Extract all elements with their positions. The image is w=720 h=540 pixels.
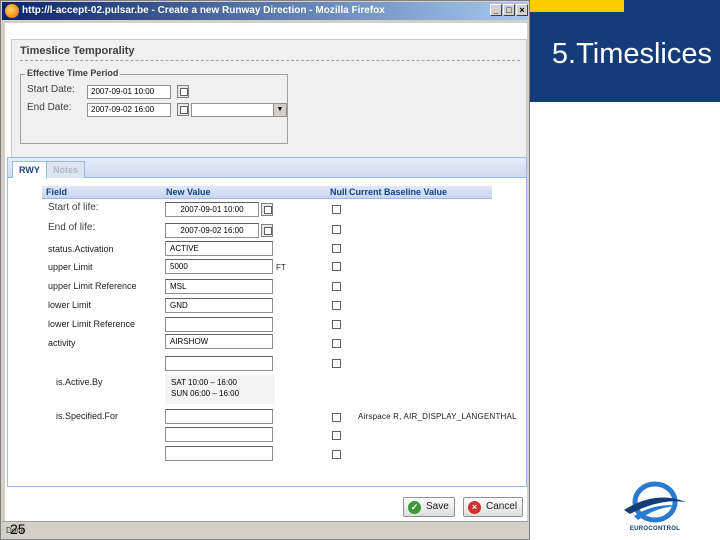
is-active-by-schedule[interactable]: SAT 10:00 – 16:00 SUN 06:00 – 16:00	[165, 374, 275, 404]
schedule-line: SAT 10:00 – 16:00	[171, 378, 237, 387]
grid-row-is-specified-for: is.Specified.For Airspace R, AIR_DISPLAY…	[42, 408, 517, 426]
row-label: End of life:	[48, 222, 96, 233]
upper-limit-input[interactable]: 5000	[165, 259, 273, 274]
header-null: Null	[330, 187, 347, 197]
cancel-button[interactable]: × Cancel	[463, 497, 523, 517]
browser-statusbar: Done	[2, 521, 528, 539]
eurocontrol-logo-icon	[624, 481, 686, 523]
grid-row-status-activation: status.Activation ACTIVE	[42, 240, 492, 258]
cancel-button-label: Cancel	[486, 501, 518, 512]
start-of-life-input[interactable]: 2007-09-01 10:00	[165, 202, 259, 217]
null-checkbox[interactable]	[332, 301, 341, 310]
save-button[interactable]: ✓ Save	[403, 497, 455, 517]
status-activation-input[interactable]: ACTIVE	[165, 241, 273, 256]
row-label: is.Active.By	[56, 377, 103, 387]
end-date-calendar-icon[interactable]	[177, 103, 189, 116]
end-date-select[interactable]: ▼	[191, 103, 287, 117]
header-current-baseline-value: Current Baseline Value	[349, 187, 448, 197]
activity-input[interactable]: AIRSHOW	[165, 334, 273, 349]
is-specified-for-input[interactable]	[165, 409, 273, 424]
empty-value-input[interactable]	[165, 427, 273, 442]
eurocontrol-logo-text: EUROCONTROL	[629, 526, 681, 532]
row-label: activity	[48, 338, 76, 348]
save-button-label: Save	[426, 501, 449, 512]
start-date-calendar-icon[interactable]	[177, 85, 189, 98]
row-label: upper Limit Reference	[48, 281, 137, 291]
grid-row-empty	[42, 445, 492, 463]
empty-value-input[interactable]	[165, 446, 273, 461]
firefox-icon	[5, 4, 19, 18]
timeslice-temporality-panel: Timeslice Temporality Effective Time Per…	[11, 39, 527, 173]
grid-header: Field New Value Null Current Baseline Va…	[42, 186, 492, 199]
lower-limit-input[interactable]: GND	[165, 298, 273, 313]
empty-value-input[interactable]	[165, 356, 273, 371]
row-label: lower Limit	[48, 300, 92, 310]
slide-title-box: 5.Timeslices	[528, 12, 720, 102]
null-checkbox[interactable]	[332, 359, 341, 368]
null-checkbox[interactable]	[332, 282, 341, 291]
upper-limit-reference-input[interactable]: MSL	[165, 279, 273, 294]
grid-row-upper-limit: upper Limit 5000 FT	[42, 258, 492, 276]
row-label: is.Specified.For	[56, 411, 119, 421]
null-checkbox[interactable]	[332, 320, 341, 329]
cancel-icon: ×	[468, 501, 481, 514]
null-checkbox[interactable]	[332, 339, 341, 348]
start-date-input[interactable]: 2007-09-01 10:00	[87, 85, 171, 99]
row-label: lower Limit Reference	[48, 319, 136, 329]
temporality-divider	[20, 60, 520, 61]
lower-limit-reference-input[interactable]	[165, 317, 273, 332]
slide-page-number: 25	[10, 521, 26, 537]
null-checkbox[interactable]	[332, 262, 341, 271]
header-new-value: New Value	[166, 187, 211, 197]
schedule-line: SUN 06:00 – 16:00	[171, 389, 240, 398]
grid-row-is-active-by: is.Active.By SAT 10:00 – 16:00 SUN 06:00…	[42, 373, 492, 409]
slide-top-bar	[528, 0, 720, 12]
slide-title: 5.Timeslices	[551, 38, 712, 70]
grid-row-activity: activity AIRSHOW	[42, 334, 492, 352]
tab-rwy[interactable]: RWY	[12, 161, 47, 178]
end-of-life-calendar-icon[interactable]	[261, 224, 273, 237]
slide-top-bar-blue	[624, 0, 720, 12]
null-checkbox[interactable]	[332, 431, 341, 440]
grid-row-end-of-life: End of life: 2007-09-02 16:00	[42, 220, 492, 238]
null-checkbox[interactable]	[332, 225, 341, 234]
checkmark-icon: ✓	[408, 501, 421, 514]
temporality-title: Timeslice Temporality	[20, 45, 135, 57]
null-checkbox[interactable]	[332, 205, 341, 214]
row-label: Start of life:	[48, 202, 99, 213]
maximize-button[interactable]: □	[503, 4, 515, 16]
eurocontrol-logo: EUROCONTROL	[620, 480, 690, 538]
tab-notes[interactable]: Notes	[46, 161, 86, 178]
page-content: Timeslice Temporality Effective Time Per…	[5, 23, 527, 521]
close-button[interactable]: ×	[516, 4, 528, 16]
feature-tabs-panel: RWY Notes Field New Value Null Current B…	[7, 157, 527, 487]
effective-time-period-fieldset: Effective Time Period Start Date: 2007-0…	[20, 68, 288, 144]
end-of-life-input[interactable]: 2007-09-02 16:00	[165, 223, 259, 238]
is-specified-for-baseline: Airspace R, AIR_DISPLAY_LANGENTHAL	[358, 412, 517, 421]
row-label: upper Limit	[48, 262, 93, 272]
grid-row-upper-limit-reference: upper Limit Reference MSL	[42, 277, 492, 295]
minimize-button[interactable]: _	[490, 4, 502, 16]
grid-row-empty	[42, 355, 492, 373]
grid-row-start-of-life: Start of life: 2007-09-01 10:00	[42, 200, 492, 218]
tabstrip: RWY Notes	[8, 158, 526, 178]
row-label: status.Activation	[48, 244, 114, 254]
header-field: Field	[46, 187, 68, 197]
null-checkbox[interactable]	[332, 244, 341, 253]
window-titlebar: http://l-accept-02.pulsar.be - Create a …	[2, 2, 528, 20]
end-date-label: End Date:	[27, 102, 72, 113]
effective-time-period-legend: Effective Time Period	[25, 68, 121, 78]
null-checkbox[interactable]	[332, 450, 341, 459]
null-checkbox[interactable]	[332, 413, 341, 422]
grid-row-lower-limit-reference: lower Limit Reference	[42, 315, 492, 333]
start-date-label: Start Date:	[27, 84, 75, 95]
window-title: http://l-accept-02.pulsar.be - Create a …	[22, 5, 385, 16]
chevron-down-icon[interactable]: ▼	[273, 104, 286, 116]
end-date-input[interactable]: 2007-09-02 16:00	[87, 103, 171, 117]
upper-limit-unit: FT	[276, 263, 286, 272]
start-of-life-calendar-icon[interactable]	[261, 203, 273, 216]
grid-row-lower-limit: lower Limit GND	[42, 296, 492, 314]
grid-row-empty	[42, 426, 492, 444]
browser-window: http://l-accept-02.pulsar.be - Create a …	[0, 0, 530, 540]
